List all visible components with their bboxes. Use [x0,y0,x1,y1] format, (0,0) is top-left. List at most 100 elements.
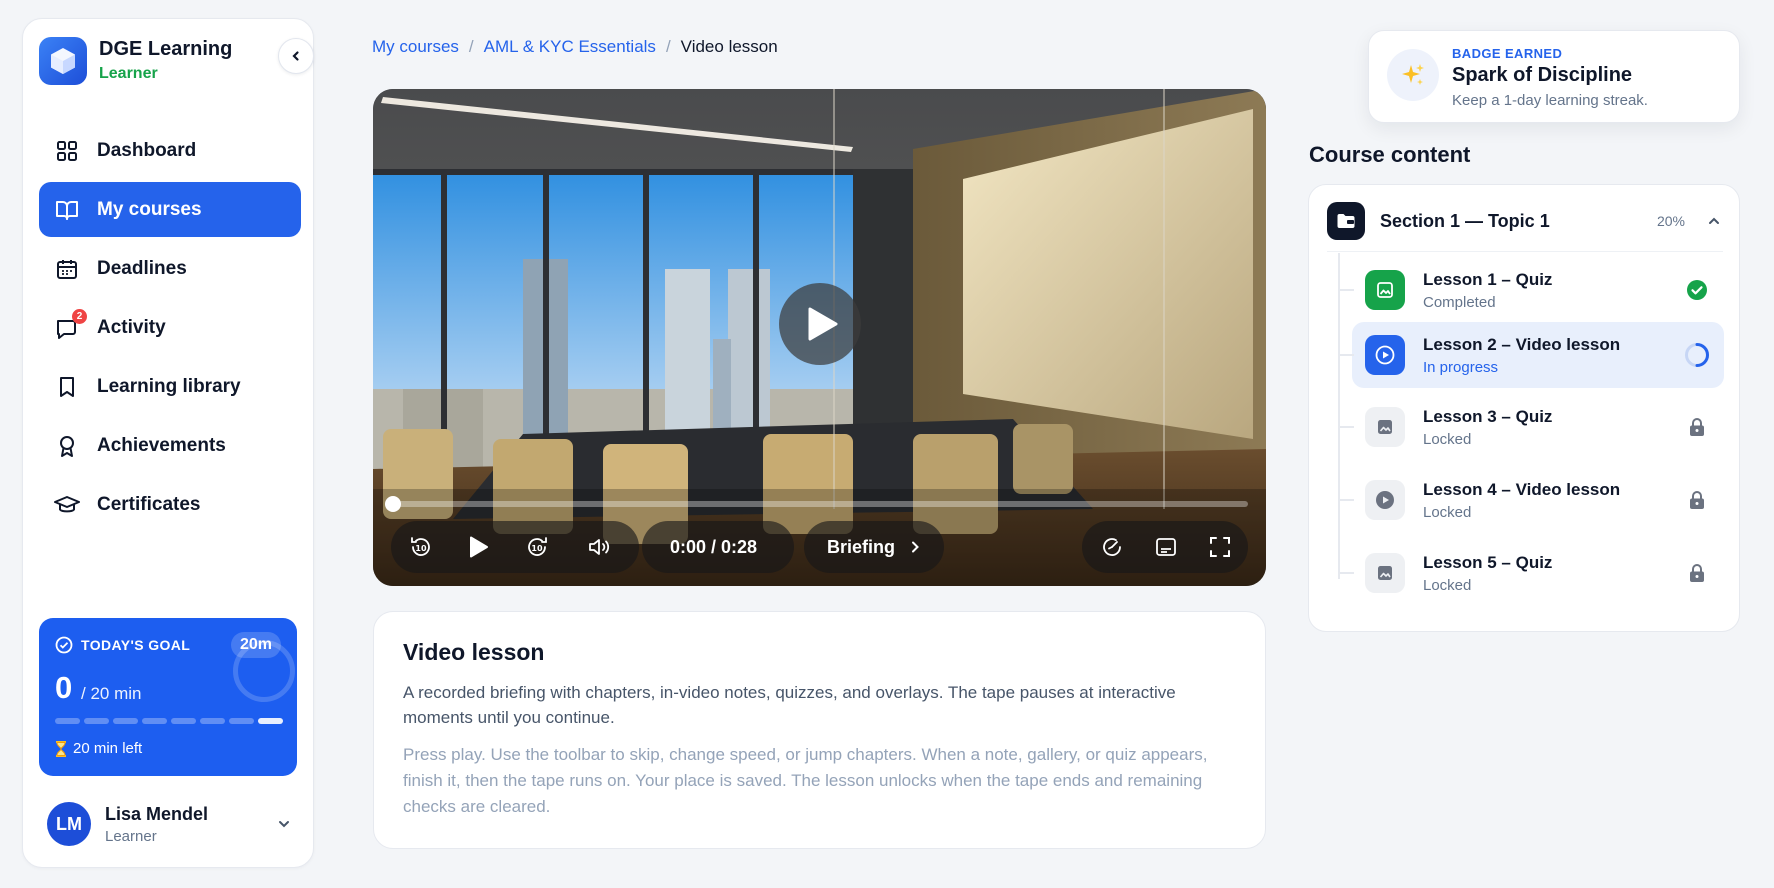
user-name: Lisa Mendel [105,803,209,824]
breadcrumb-my-courses[interactable]: My courses [372,37,459,57]
chevron-left-icon [290,50,302,62]
sidebar-item-label: Deadlines [97,257,187,279]
sidebar-item-label: Dashboard [97,139,197,161]
todays-goal-card[interactable]: TODAY'S GOAL 20m 0 / 20 min 20 min left [39,618,297,776]
svg-text:10: 10 [531,544,543,553]
lesson-instructions: Press play. Use the toolbar to skip, cha… [403,745,1208,816]
lesson-item-5[interactable]: Lesson 5 – Quiz Locked [1338,540,1724,606]
section-divider [1327,251,1723,252]
goal-progress-segments [55,718,283,724]
lesson-title: Lesson 1 – Quiz [1423,269,1553,289]
lesson-summary: A recorded briefing with chapters, in-vi… [403,683,1176,727]
course-content-title: Course content [1309,142,1471,167]
sidebar-item-my-courses[interactable]: My courses [39,182,301,237]
sidebar-item-label: Learning library [97,375,241,397]
collapse-sidebar-button[interactable] [278,38,314,74]
goal-heading: TODAY'S GOAL [55,636,190,654]
user-role: Learner [105,827,157,845]
lesson-title: Lesson 4 – Video lesson [1423,479,1621,499]
video-play-icon [1365,480,1405,520]
badge-earned-toast[interactable]: BADGE EARNED Spark of Discipline Keep a … [1368,30,1740,123]
lesson-item-2[interactable]: Lesson 2 – Video lesson In progress [1338,322,1724,388]
tree-connector [1338,426,1354,428]
tree-connector [1338,499,1354,501]
book-icon [53,196,81,224]
lesson-item-1[interactable]: Lesson 1 – Quiz Completed [1338,257,1724,323]
lesson-tree-line [1338,253,1340,579]
lesson-status: Locked [1423,576,1472,594]
lesson-title: Video lesson [403,639,545,665]
goal-remaining: 20 min left [55,740,142,757]
app-name: DGE Learning [99,38,233,60]
calendar-icon [53,255,81,283]
sidebar-item-learning-library[interactable]: Learning library [39,359,301,414]
fullscreen-button[interactable] [1194,521,1246,573]
captions-button[interactable] [1140,521,1192,573]
lesson-item-3[interactable]: Lesson 3 – Quiz Locked [1338,394,1724,460]
chapter-button[interactable]: Briefing [804,521,944,573]
sidebar-item-certificates[interactable]: Certificates [39,477,301,532]
tree-connector [1338,354,1354,356]
lock-icon [1684,487,1710,513]
chevron-down-icon[interactable] [277,817,291,831]
lesson-status: Locked [1423,430,1472,448]
sidebar-item-deadlines[interactable]: Deadlines [39,241,301,296]
play-icon [808,307,838,341]
goal-heading-label: TODAY'S GOAL [81,637,191,653]
video-progress-handle[interactable] [385,496,401,512]
graduation-cap-icon [53,491,81,519]
volume-icon [587,535,611,559]
goal-progress-segment [229,718,254,724]
play-button[interactable] [453,521,505,573]
rewind-10-icon: 10 [409,535,433,559]
sidebar-item-label: My courses [97,198,202,220]
course-content-panel: Section 1 — Topic 1 20% Lesson 1 – Quiz … [1308,184,1740,632]
lesson-item-4[interactable]: Lesson 4 – Video lesson Locked [1338,467,1724,533]
goal-progress-segment [171,718,196,724]
section-percent: 20% [1656,213,1685,229]
play-overlay-button[interactable] [779,283,861,365]
goal-progress-segment [84,718,109,724]
sparkles-icon [1387,49,1439,101]
goal-value: 0 [55,670,73,705]
speedometer-icon [1100,535,1124,559]
sidebar-item-label: Certificates [97,493,201,515]
rewind-10-button[interactable]: 10 [395,521,447,573]
breadcrumb-course[interactable]: AML & KYC Essentials [484,37,656,57]
goal-progress-segment [200,718,225,724]
sidebar-item-achievements[interactable]: Achievements [39,418,301,473]
chevron-right-icon [909,540,921,554]
forward-10-button[interactable]: 10 [511,521,563,573]
player-options [1082,521,1248,573]
chevron-up-icon[interactable] [1707,214,1721,228]
lesson-status: Completed [1423,293,1496,311]
video-progress-bar[interactable] [385,496,1248,512]
breadcrumb-separator: / [468,37,474,56]
check-circle-icon [1684,277,1710,303]
breadcrumb-current: Video lesson [680,37,778,56]
avatar: LM [47,802,91,846]
captions-icon [1155,536,1177,558]
lesson-title: Lesson 5 – Quiz [1423,552,1553,572]
breadcrumb: My courses / AML & KYC Essentials / Vide… [372,37,778,57]
goal-progress-segment [55,718,80,724]
notification-badge: 2 [72,308,87,324]
sidebar-item-dashboard[interactable]: Dashboard [39,123,301,178]
brand[interactable]: DGE Learning Learner [39,37,232,85]
user-menu[interactable]: LM Lisa Mendel Learner [47,797,297,851]
bookmark-icon [53,373,81,401]
goal-progress-segment [113,718,138,724]
app-role: Learner [99,65,158,82]
video-player[interactable]: 10 10 0:00 / 0:28 Briefing [373,89,1266,586]
playback-controls: 10 10 [391,521,639,573]
hourglass-icon [55,740,67,757]
sidebar-item-activity[interactable]: 2 Activity [39,300,301,355]
section-header[interactable]: Section 1 — Topic 1 20% [1327,199,1725,243]
playback-speed-button[interactable] [1086,521,1138,573]
cube-logo-icon [39,37,87,85]
play-icon [469,536,489,558]
fullscreen-icon [1209,536,1231,558]
volume-button[interactable] [573,521,625,573]
quiz-image-icon [1365,407,1405,447]
video-toolbar: 10 10 0:00 / 0:28 Briefing [391,521,1248,573]
